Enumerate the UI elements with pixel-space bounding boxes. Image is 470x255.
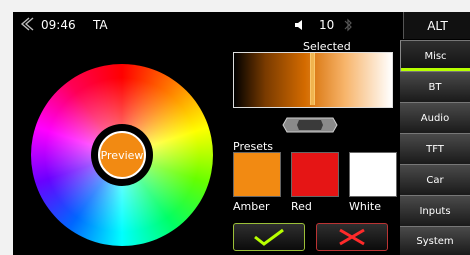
sidebar-item-system[interactable]: System xyxy=(400,226,470,255)
sidebar-item-audio[interactable]: Audio xyxy=(400,102,470,133)
settings-sidebar: Misc BT Audio TFT Car Inputs System xyxy=(400,40,470,255)
back-icon[interactable] xyxy=(19,16,35,32)
cancel-button[interactable] xyxy=(316,223,388,251)
speaker-icon xyxy=(295,20,302,30)
sidebar-item-tft[interactable]: TFT xyxy=(400,133,470,164)
sidebar-item-label: Misc xyxy=(424,50,447,62)
ok-button[interactable] xyxy=(233,223,305,251)
x-icon xyxy=(339,228,365,246)
gradient-marker[interactable] xyxy=(310,53,315,105)
sidebar-item-misc[interactable]: Misc xyxy=(400,40,470,71)
preview-label: Preview xyxy=(100,148,144,162)
sidebar-item-label: System xyxy=(416,235,454,247)
sidebar-item-label: Inputs xyxy=(419,205,451,217)
preset-white[interactable] xyxy=(349,152,397,197)
ta-indicator: TA xyxy=(93,18,108,32)
preset-white-label: White xyxy=(349,200,381,213)
clock: 09:46 xyxy=(41,18,76,32)
sidebar-item-inputs[interactable]: Inputs xyxy=(400,195,470,226)
top-status-bar: 09:46 TA 10 xyxy=(13,12,403,39)
preset-amber-label: Amber xyxy=(233,200,270,213)
bluetooth-icon xyxy=(344,18,352,32)
alt-button[interactable]: ALT xyxy=(403,12,470,39)
sidebar-item-label: Car xyxy=(426,174,444,186)
sidebar-item-car[interactable]: Car xyxy=(400,164,470,195)
screen: 09:46 TA 10 ALT Misc BT Audio TFT Car In… xyxy=(13,12,470,255)
preset-amber[interactable] xyxy=(233,152,281,197)
sidebar-item-label: Audio xyxy=(420,112,450,124)
sidebar-item-bt[interactable]: BT xyxy=(400,71,470,102)
volume-value: 10 xyxy=(319,18,335,32)
checkmark-icon xyxy=(254,228,284,246)
preset-red[interactable] xyxy=(291,152,339,197)
preview-swatch: Preview xyxy=(98,131,146,179)
sidebar-item-label: TFT xyxy=(426,143,444,155)
slider-handle-icon[interactable] xyxy=(281,115,339,135)
preset-red-label: Red xyxy=(291,200,312,213)
color-wheel[interactable]: Preview xyxy=(31,64,213,246)
alt-label: ALT xyxy=(427,18,448,33)
sidebar-item-label: BT xyxy=(428,81,442,93)
